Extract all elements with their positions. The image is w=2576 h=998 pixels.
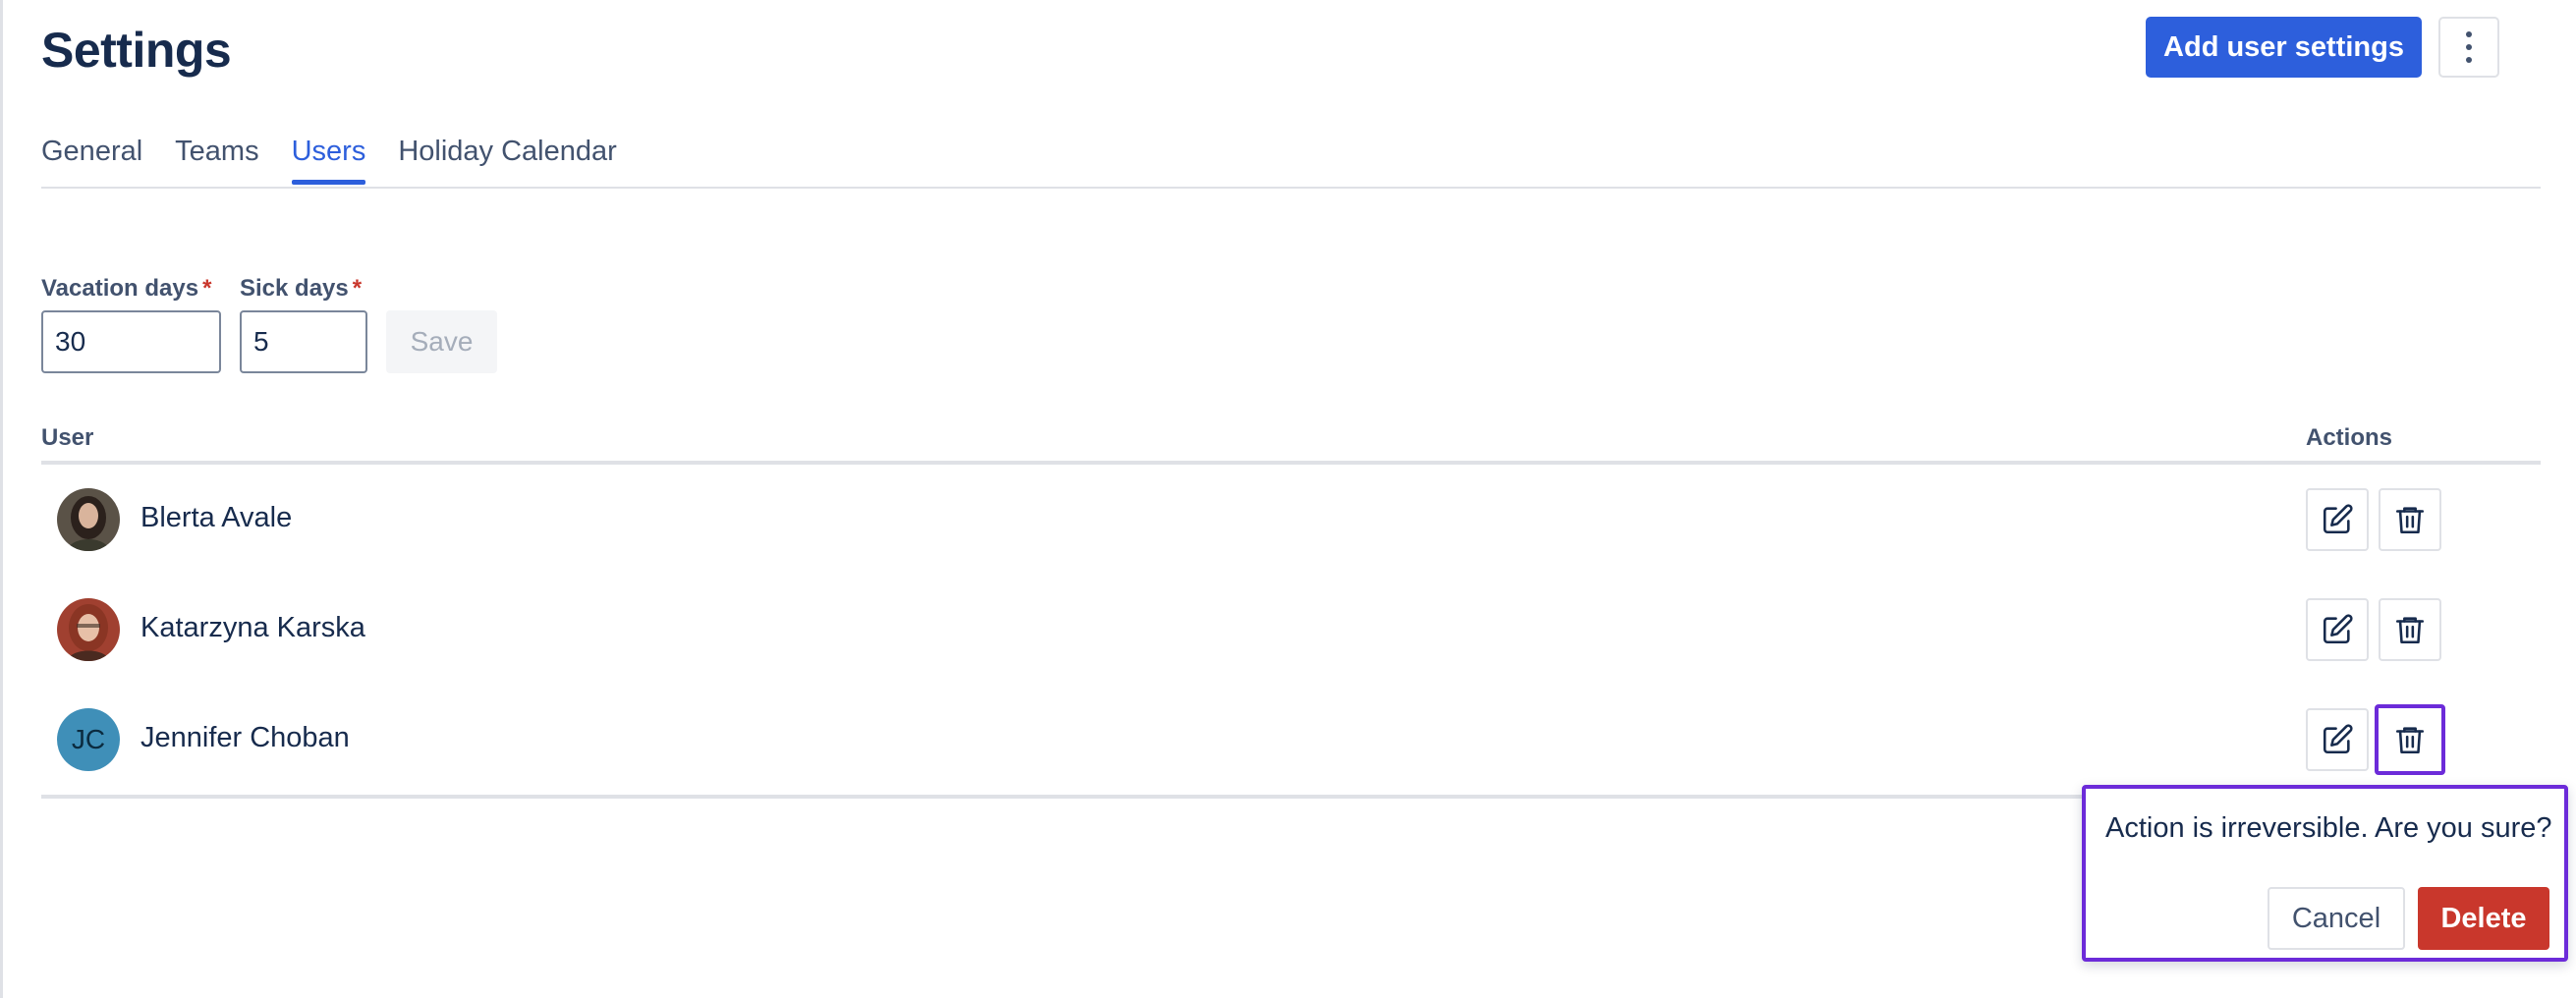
table-row: Blerta Avale — [41, 465, 2541, 575]
actions-column-header: Actions — [2306, 424, 2393, 451]
more-options-button[interactable] — [2438, 17, 2499, 78]
trash-icon — [2395, 617, 2425, 644]
delete-button[interactable] — [2379, 488, 2441, 551]
trash-icon — [2395, 507, 2425, 534]
required-marker: * — [352, 275, 363, 302]
trash-icon — [2395, 727, 2425, 754]
user-column-header: User — [41, 424, 94, 451]
edit-icon — [2323, 724, 2353, 754]
add-user-settings-button[interactable]: Add user settings — [2146, 17, 2422, 78]
more-vertical-icon — [2466, 31, 2472, 63]
page-title: Settings — [41, 23, 232, 78]
tab-holiday-calendar[interactable]: Holiday Calendar — [398, 136, 616, 182]
settings-tabs: General Teams Users Holiday Calendar — [41, 136, 649, 185]
edit-icon — [2323, 614, 2353, 644]
delete-button[interactable] — [2375, 704, 2445, 775]
required-marker: * — [202, 275, 212, 302]
vacation-days-input[interactable]: 30 — [41, 310, 221, 373]
avatar: JC — [57, 708, 120, 771]
confirm-delete-button[interactable]: Delete — [2418, 887, 2549, 950]
vacation-days-label-text: Vacation days — [41, 275, 199, 302]
tab-teams[interactable]: Teams — [175, 136, 258, 182]
user-name: Blerta Avale — [140, 502, 293, 533]
confirmation-message: Action is irreversible. Are you sure? — [2105, 812, 2552, 844]
avatar — [57, 598, 120, 661]
avatar — [57, 488, 120, 551]
edit-icon — [2323, 504, 2353, 534]
table-row: Katarzyna Karska — [41, 575, 2541, 685]
delete-button[interactable] — [2379, 598, 2441, 661]
sick-days-input[interactable]: 5 — [240, 310, 367, 373]
save-button[interactable]: Save — [386, 310, 497, 373]
edit-button[interactable] — [2306, 708, 2369, 771]
tabs-divider — [41, 187, 2541, 189]
sick-days-label: Sick days * — [240, 275, 362, 303]
tab-users[interactable]: Users — [291, 136, 365, 185]
tab-general[interactable]: General — [41, 136, 142, 182]
user-name: Jennifer Choban — [140, 722, 350, 753]
sick-days-label-text: Sick days — [240, 275, 349, 302]
cancel-button[interactable]: Cancel — [2268, 887, 2405, 950]
user-name: Katarzyna Karska — [140, 612, 365, 643]
edit-button[interactable] — [2306, 598, 2369, 661]
edit-button[interactable] — [2306, 488, 2369, 551]
vacation-days-label: Vacation days * — [41, 275, 211, 303]
delete-confirmation-popover: Action is irreversible. Are you sure? Ca… — [2082, 785, 2568, 962]
page-left-border — [0, 0, 3, 998]
table-row: JC Jennifer Choban — [41, 685, 2541, 795]
